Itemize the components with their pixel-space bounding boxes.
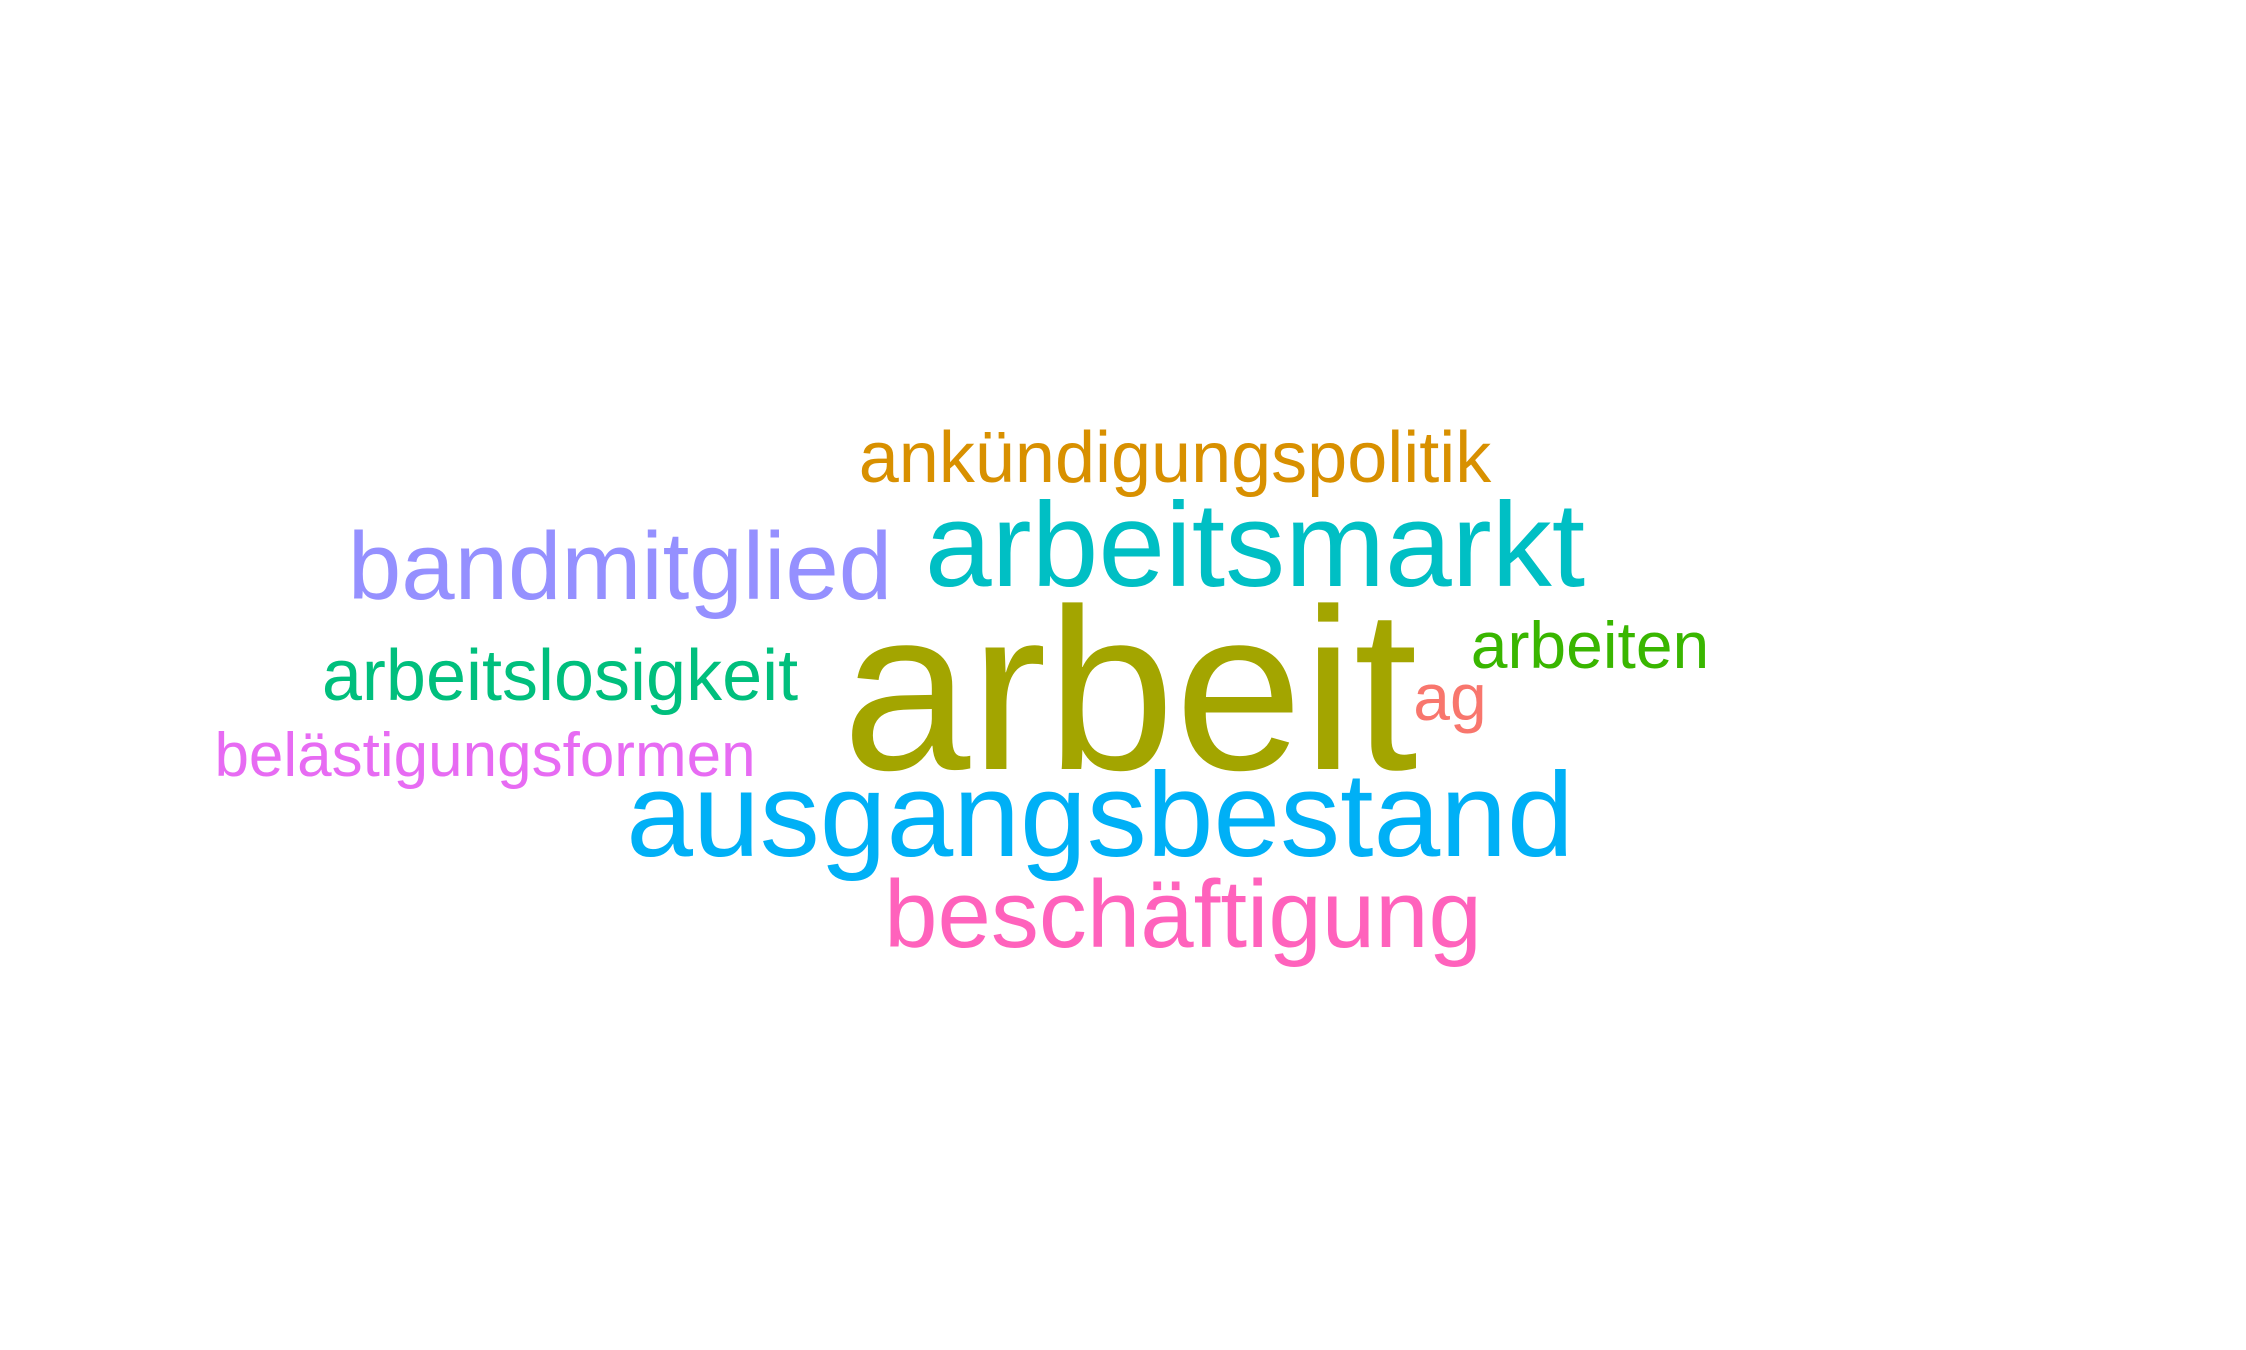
word-arbeitsmarkt: arbeitsmarkt	[924, 478, 1586, 612]
word-cloud: arbeit ausgangsbestand arbeitsmarkt besc…	[0, 0, 2246, 1350]
word-bandmitglied: bandmitglied	[347, 513, 893, 620]
word-arbeitslosigkeit: arbeitslosigkeit	[321, 636, 799, 716]
word-beschaeftigung: beschäftigung	[884, 861, 1482, 968]
word-belaestigungsformen: belästigungsformen	[214, 721, 756, 790]
word-ag: ag	[1413, 660, 1487, 734]
word-ankuendigungspolitik: ankündigungspolitik	[858, 418, 1492, 498]
word-arbeiten: arbeiten	[1470, 608, 1710, 682]
word-ausgangsbestand: ausgangsbestand	[626, 748, 1574, 882]
